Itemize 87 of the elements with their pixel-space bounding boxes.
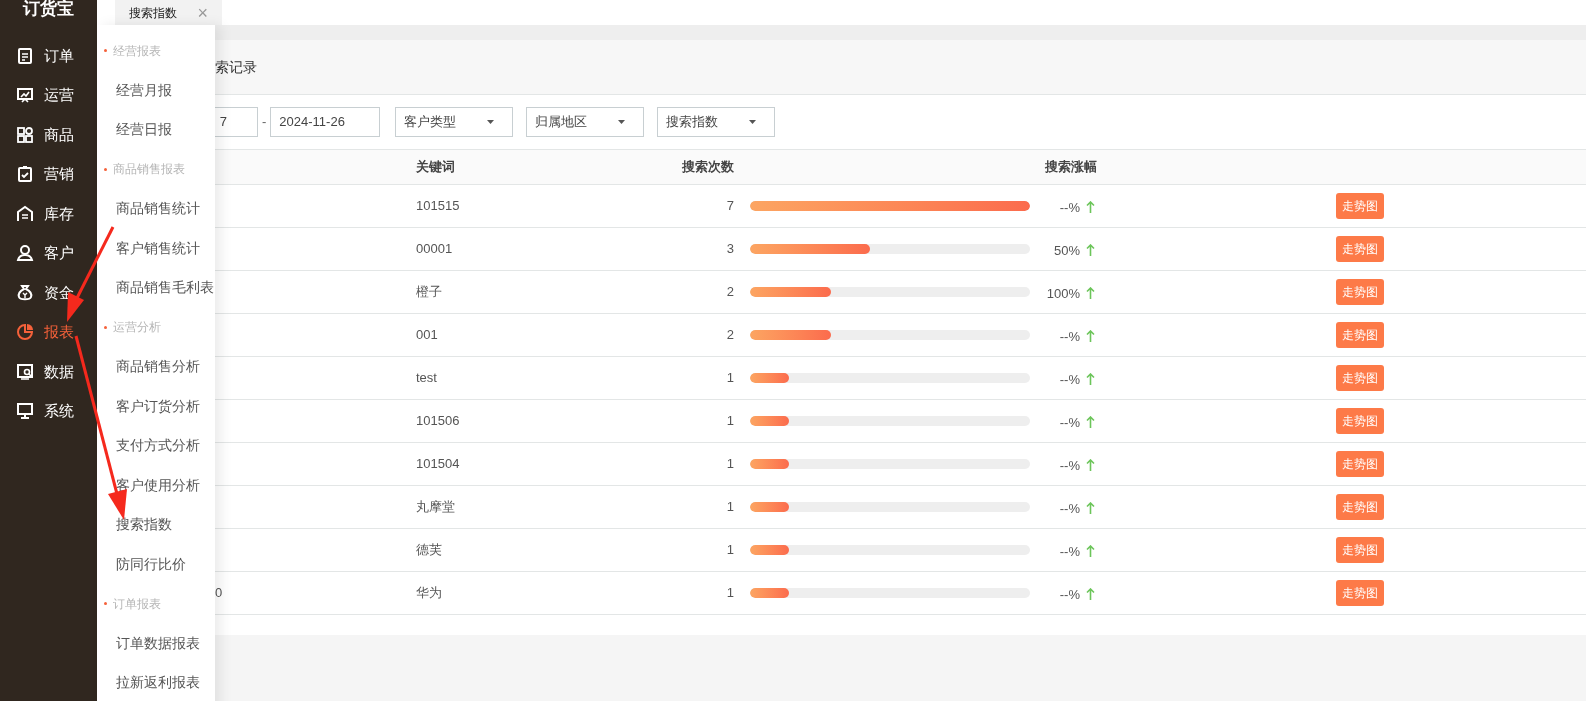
growth-cell: --%	[1059, 199, 1080, 215]
keyword-cell: 00001	[416, 241, 453, 257]
select-field[interactable]: 客户类型	[395, 107, 514, 137]
select-field[interactable]: 搜索指数	[657, 107, 776, 137]
count-cell: 1	[726, 585, 734, 601]
column-header: 关键词	[416, 158, 456, 177]
arrow-up-icon	[1086, 459, 1095, 471]
growth-cell: --%	[1059, 457, 1080, 473]
arrow-up-icon	[1086, 545, 1095, 557]
menu-section-title: 订单报表	[113, 595, 161, 613]
keyword-cell: 101506	[416, 413, 460, 429]
count-cell: 1	[726, 542, 734, 558]
section-marker-icon	[104, 325, 107, 329]
arrow-up-icon	[1086, 416, 1095, 428]
date-field[interactable]: 2024-11-26	[270, 107, 381, 137]
count-cell: 7	[726, 198, 734, 214]
column-header: 搜索涨幅	[1044, 158, 1098, 177]
menu-item[interactable]: 商品销售分析	[97, 347, 215, 387]
count-cell: 1	[726, 499, 734, 515]
menu-item[interactable]: 客户订货分析	[97, 386, 215, 426]
menu-section-title: 商品销售报表	[113, 161, 185, 179]
keyword-cell: test	[416, 370, 437, 386]
sidebar-item[interactable]: 系统	[0, 391, 97, 431]
page-title: 索记录	[215, 57, 257, 77]
count-cell: 1	[726, 370, 734, 386]
section-marker-icon	[104, 602, 107, 606]
growth-cell: --%	[1059, 371, 1080, 387]
count-cell: 2	[726, 327, 734, 343]
count-cell: 2	[726, 284, 734, 300]
keyword-cell: 101515	[416, 198, 460, 214]
sidebar-item[interactable]: 商品	[0, 115, 97, 155]
menu-section-title: 经营报表	[113, 42, 161, 60]
growth-cell: --%	[1059, 586, 1080, 602]
caret-icon	[618, 120, 626, 124]
menu-item[interactable]: 商品销售毛利表	[97, 268, 215, 308]
count-cell: 3	[726, 241, 734, 257]
date-separator: -	[262, 113, 267, 132]
growth-cell: --%	[1059, 414, 1080, 430]
menu-item[interactable]: 商品销售统计	[97, 189, 215, 229]
table-cell: 0	[215, 585, 223, 601]
arrow-up-icon	[1086, 201, 1095, 213]
column-header: 搜索次数	[681, 158, 734, 177]
arrow-up-icon	[1086, 244, 1095, 256]
keyword-cell: 德芙	[416, 542, 442, 558]
sidebar-item[interactable]: 客户	[0, 233, 97, 273]
menu-item[interactable]: 订单数据报表	[97, 623, 215, 663]
growth-cell: --%	[1059, 543, 1080, 559]
growth-cell: 100%	[1046, 285, 1080, 301]
caret-icon	[487, 120, 495, 124]
tab[interactable]: 搜索指数 ×	[115, 0, 222, 25]
count-cell: 1	[726, 413, 734, 429]
keyword-cell: 橙子	[416, 284, 442, 300]
sidebar-item[interactable]: 数据	[0, 352, 97, 392]
sidebar-item[interactable]: 报表	[0, 312, 97, 352]
menu-item[interactable]: 经营月报	[97, 70, 215, 110]
menu-item[interactable]: 搜索指数	[97, 505, 215, 545]
sidebar-item[interactable]: 库存	[0, 194, 97, 234]
menu-item[interactable]: 客户销售统计	[97, 228, 215, 268]
count-cell: 1	[726, 456, 734, 472]
section-marker-icon	[104, 49, 107, 53]
sidebar-item[interactable]: 订单	[0, 36, 97, 76]
arrow-up-icon	[1086, 373, 1095, 385]
growth-cell: --%	[1059, 500, 1080, 516]
menu-section-title: 运营分析	[113, 319, 161, 337]
menu-item[interactable]: 支付方式分析	[97, 426, 215, 466]
growth-cell: 50%	[1053, 242, 1080, 258]
keyword-cell: 001	[416, 327, 438, 343]
arrow-up-icon	[1086, 330, 1095, 342]
logo-text: 订货宝	[23, 0, 74, 18]
menu-item[interactable]: 拉新返利报表	[97, 663, 215, 701]
section-marker-icon	[104, 167, 107, 171]
keyword-cell: 丸摩堂	[416, 499, 455, 515]
money-icon	[16, 283, 34, 302]
sidebar-item[interactable]: 运营	[0, 75, 97, 115]
sidebar-item[interactable]: 营销	[0, 154, 97, 194]
arrow-up-icon	[1086, 287, 1095, 299]
growth-cell: --%	[1059, 328, 1080, 344]
select-field[interactable]: 归属地区	[526, 107, 645, 137]
arrow-up-icon	[1086, 588, 1095, 600]
arrow-up-icon	[1086, 502, 1095, 514]
menu-item[interactable]: 经营日报	[97, 110, 215, 150]
menu-item[interactable]: 防同行比价	[97, 544, 215, 584]
keyword-cell: 101504	[416, 456, 460, 472]
user-icon	[16, 244, 34, 263]
keyword-cell: 华为	[416, 585, 442, 601]
menu-item[interactable]: 客户使用分析	[97, 465, 215, 505]
caret-icon	[749, 120, 757, 124]
